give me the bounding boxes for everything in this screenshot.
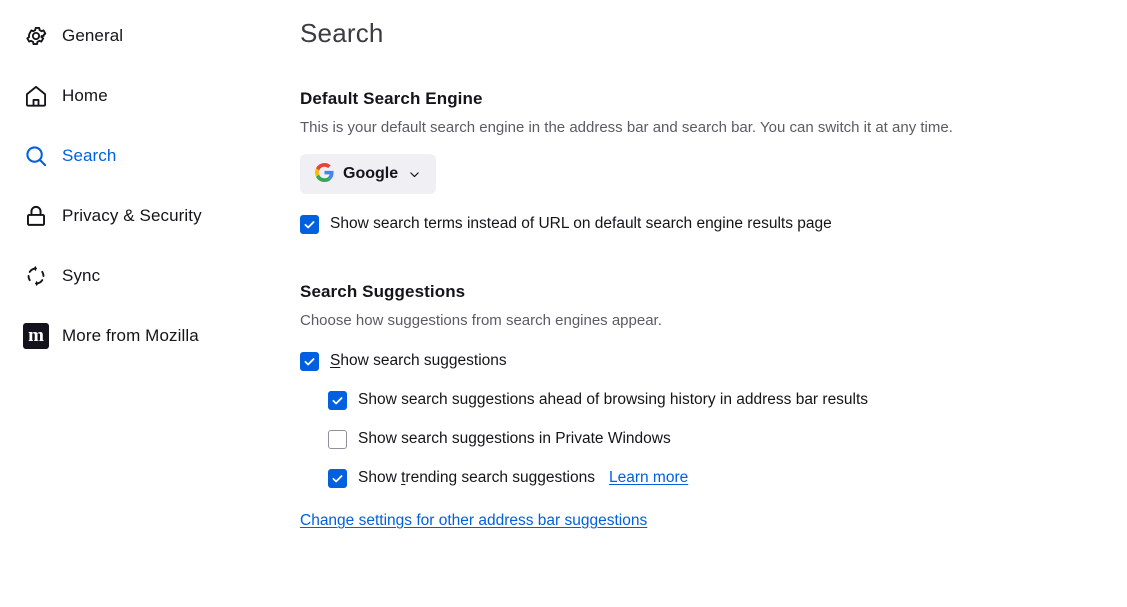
checkbox-indicator[interactable] — [328, 469, 347, 488]
checkbox-label: Show trending search suggestions — [358, 468, 595, 488]
settings-content: Search Default Search Engine This is you… — [290, 0, 1127, 607]
sidebar-item-label: Home — [62, 86, 108, 105]
sidebar-item-more-from-mozilla[interactable]: m More from Mozilla — [0, 316, 290, 356]
sidebar-item-label: More from Mozilla — [62, 326, 199, 345]
google-logo-icon — [315, 163, 334, 185]
gear-icon — [20, 20, 52, 52]
search-icon — [20, 140, 52, 172]
change-other-address-bar-suggestions-link[interactable]: Change settings for other address bar su… — [300, 511, 647, 531]
checkbox-trending-suggestions[interactable]: Show trending search suggestions Learn m… — [328, 468, 1111, 488]
sidebar-item-general[interactable]: General — [0, 16, 290, 56]
sidebar-item-label: General — [62, 26, 124, 45]
sidebar-item-label: Search — [62, 146, 117, 165]
checkbox-show-search-suggestions[interactable]: Show search suggestions — [300, 351, 1111, 371]
checkbox-label: Show search suggestions — [330, 351, 507, 371]
learn-more-link[interactable]: Learn more — [609, 468, 688, 488]
checkbox-indicator[interactable] — [300, 352, 319, 371]
checkbox-show-search-terms[interactable]: Show search terms instead of URL on defa… — [300, 214, 1111, 234]
mozilla-icon: m — [20, 320, 52, 352]
label-prefix: Show — [358, 469, 402, 486]
default-engine-dropdown[interactable]: Google — [300, 154, 437, 194]
lock-icon — [20, 200, 52, 232]
checkbox-suggestions-private-windows[interactable]: Show search suggestions in Private Windo… — [328, 429, 1111, 449]
sync-icon — [20, 260, 52, 292]
checkbox-label: Show search terms instead of URL on defa… — [330, 215, 832, 232]
checkbox-indicator[interactable] — [328, 430, 347, 449]
default-engine-label: Google — [343, 165, 399, 182]
label-suffix: how search suggestions — [340, 352, 507, 369]
sidebar-item-home[interactable]: Home — [0, 76, 290, 116]
home-icon — [20, 80, 52, 112]
settings-sidebar: General Home Search Privacy & Security S… — [0, 0, 290, 607]
label-accesskey: S — [330, 352, 341, 369]
section-heading-default-engine: Default Search Engine — [300, 89, 483, 108]
page-title: Search — [300, 18, 384, 48]
checkbox-indicator[interactable] — [300, 215, 319, 234]
checkbox-indicator[interactable] — [328, 391, 347, 410]
section-description-default-engine: This is your default search engine in th… — [300, 119, 953, 136]
sidebar-item-label: Sync — [62, 266, 101, 285]
chevron-down-icon — [408, 168, 421, 181]
default-search-engine-section: Default Search Engine This is your defau… — [300, 89, 1111, 234]
sidebar-item-label: Privacy & Security — [62, 206, 202, 225]
section-heading-suggestions: Search Suggestions — [300, 282, 466, 301]
section-description-suggestions: Choose how suggestions from search engin… — [300, 312, 662, 329]
checkbox-label: Show search suggestions in Private Windo… — [358, 430, 671, 447]
sidebar-item-sync[interactable]: Sync — [0, 256, 290, 296]
label-suffix: rending search suggestions — [405, 469, 595, 486]
checkbox-label: Show search suggestions ahead of browsin… — [358, 391, 869, 408]
search-suggestions-section: Search Suggestions Choose how suggestion… — [300, 282, 1111, 531]
sidebar-item-privacy-security[interactable]: Privacy & Security — [0, 196, 290, 236]
sidebar-item-search[interactable]: Search — [0, 136, 290, 176]
checkbox-suggestions-ahead-of-history[interactable]: Show search suggestions ahead of browsin… — [328, 390, 1111, 410]
settings-window: General Home Search Privacy & Security S… — [0, 0, 1127, 607]
